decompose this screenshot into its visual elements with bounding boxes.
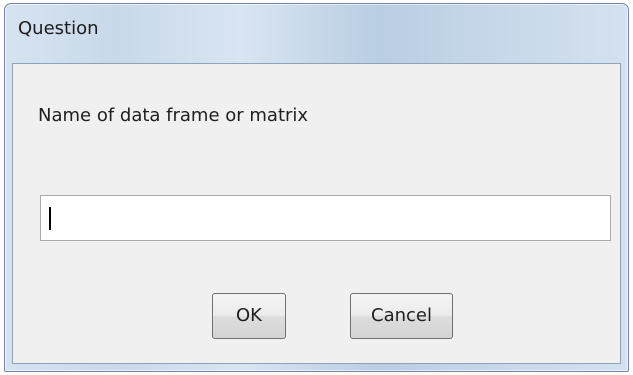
ok-button[interactable]: OK — [212, 293, 286, 339]
window-title: Question — [18, 18, 99, 39]
cancel-button[interactable]: Cancel — [350, 293, 453, 339]
title-bar[interactable]: Question — [5, 4, 628, 62]
dialog-body: Name of data frame or matrix OK Cancel — [12, 63, 621, 364]
name-input[interactable] — [40, 195, 611, 241]
text-caret — [49, 207, 51, 230]
prompt-label: Name of data frame or matrix — [38, 105, 309, 126]
question-dialog-window: Question Name of data frame or matrix OK… — [4, 3, 629, 372]
